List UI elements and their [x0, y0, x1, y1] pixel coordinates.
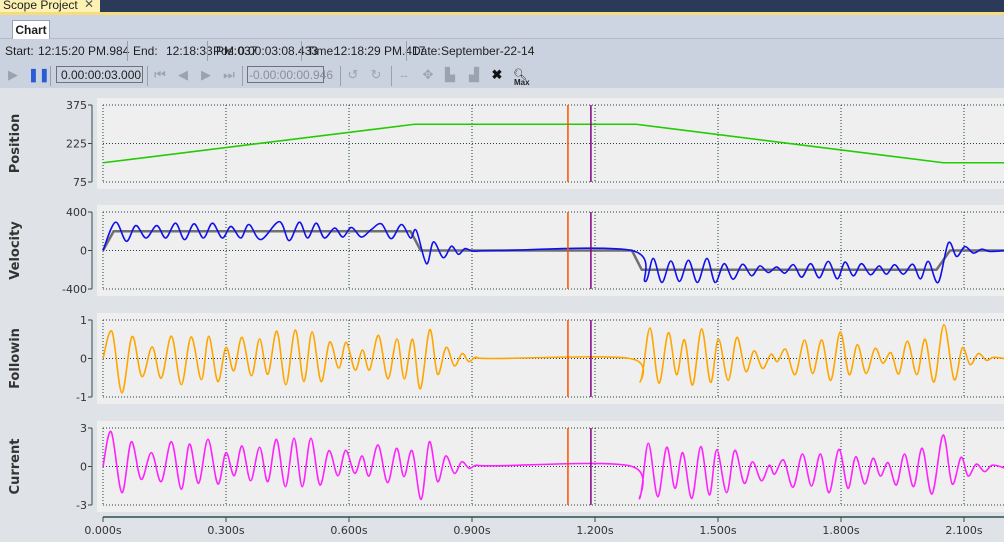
y-tick-label: 1	[80, 314, 87, 327]
x-tick-label: 0.000s	[84, 524, 121, 537]
panel-current: 3 0 -3 Current	[8, 421, 1004, 512]
y-tick-label: 3	[80, 422, 87, 435]
x-tick-label: 1.200s	[576, 524, 613, 537]
y-axis-label: Position	[8, 114, 23, 174]
y-tick-label: -400	[62, 283, 87, 296]
x-tick-label: 1.800s	[822, 524, 859, 537]
y-tick-label: 225	[66, 138, 87, 151]
x-tick-label: 0.600s	[330, 524, 367, 537]
y-axis-label: Velocity	[8, 221, 23, 280]
x-tick-label: 2.100s	[945, 524, 982, 537]
x-tick-label: 1.500s	[699, 524, 736, 537]
scope-chart[interactable]: 375 225 75 Position 400 0 -400 Velocity 1 0 -1 Foll…	[0, 0, 1004, 542]
x-axis: 0.000s 0.300s 0.600s 0.900s 1.200s 1.500s 1.80…	[84, 516, 1004, 537]
y-tick-label: 0	[80, 353, 87, 366]
panel-position: 375 225 75 Position	[8, 98, 1004, 189]
y-tick-label: 375	[66, 99, 87, 112]
y-tick-label: 75	[73, 176, 87, 189]
y-tick-label: 0	[80, 245, 87, 258]
y-tick-label: -3	[76, 499, 87, 512]
y-axis-label: Current	[8, 439, 23, 495]
panel-followin: 1 0 -1 Followin	[8, 313, 1004, 404]
y-tick-label: 400	[66, 206, 87, 219]
y-tick-label: -1	[76, 391, 87, 404]
y-tick-label: 0	[80, 461, 87, 474]
x-tick-label: 0.900s	[453, 524, 490, 537]
x-tick-label: 0.300s	[207, 524, 244, 537]
y-axis-label: Followin	[8, 328, 23, 389]
panel-velocity: 400 0 -400 Velocity	[8, 205, 1004, 296]
